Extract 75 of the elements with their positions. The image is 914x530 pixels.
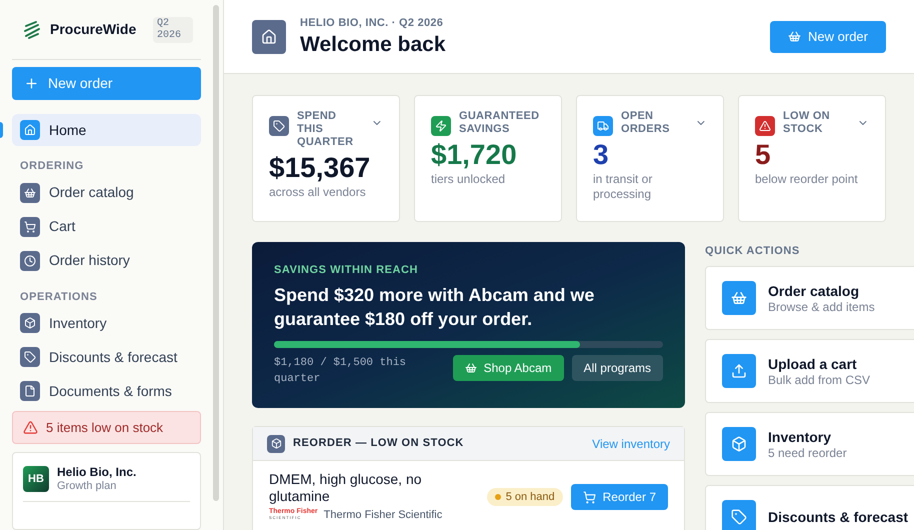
section-heading: ORDERING xyxy=(19,159,85,174)
quick-action-card[interactable]: Discounts & forecast xyxy=(705,484,914,530)
stat-value: $1,720 xyxy=(431,138,518,172)
cart-icon xyxy=(20,216,40,237)
truck-icon xyxy=(593,116,613,136)
quick-action-card[interactable]: Upload a cart Bulk add from CSV xyxy=(705,338,914,402)
action-title: Order catalog xyxy=(768,282,860,300)
cart-icon xyxy=(582,490,596,504)
warning-icon xyxy=(755,116,775,136)
home-icon xyxy=(252,20,286,54)
progress-text: $1,180 / $1,500 this quarter xyxy=(274,356,408,386)
active-indicator xyxy=(0,122,3,138)
basket-icon xyxy=(722,280,756,314)
vendor-name: Thermo Fisher Scientific xyxy=(324,508,442,523)
stat-label: GUARANTEED SAVINGS xyxy=(459,110,537,136)
stat-value: $15,367 xyxy=(269,151,372,185)
upload-icon xyxy=(722,354,756,388)
stat-caption: across all vendors xyxy=(269,185,367,200)
stat-caption: below reorder point xyxy=(755,172,859,187)
stat-label: OPEN ORDERS xyxy=(621,110,671,136)
basket-icon xyxy=(464,362,477,374)
scrollbar[interactable] xyxy=(213,5,219,501)
quick-action-card[interactable]: Inventory 5 need reorder xyxy=(705,412,914,476)
item-name: DMEM, high glucose, no glutamine xyxy=(269,471,423,505)
clock-icon xyxy=(20,250,40,271)
document-icon xyxy=(20,381,40,402)
section-heading: OPERATIONS xyxy=(19,290,98,305)
brand-name: ProcureWide xyxy=(50,20,136,40)
tag-icon xyxy=(269,116,289,136)
programs-button[interactable]: All programs xyxy=(572,354,663,380)
stat-caption: tiers unlocked xyxy=(431,172,506,187)
action-subtitle: Browse & add items xyxy=(768,300,875,314)
box-icon xyxy=(267,434,285,452)
stat-label: LOW ON STOCK xyxy=(783,110,831,136)
box-icon xyxy=(20,313,40,334)
banner-headline: Spend $320 more with Abcam and we guarantee $180 off your order. xyxy=(274,284,596,330)
nav-item[interactable]: Discounts & forecast xyxy=(12,341,201,374)
breadcrumb: HELIO BIO, INC. · Q2 2026 xyxy=(300,16,444,32)
tag-icon xyxy=(20,347,40,368)
org-name: Helio Bio, Inc. xyxy=(57,465,136,480)
action-subtitle: 5 need reorder xyxy=(768,446,847,460)
home-icon xyxy=(20,120,40,140)
action-title: Discounts & forecast xyxy=(768,508,908,526)
section-heading: QUICK ACTIONS xyxy=(705,244,801,259)
basket-icon xyxy=(20,182,40,203)
stat-value: 5 xyxy=(755,138,772,172)
quick-action-card[interactable]: Order catalog Browse & add items xyxy=(705,266,914,330)
stat-caption: in transit or processing xyxy=(593,172,654,202)
org-avatar: HB xyxy=(23,466,49,492)
stock-badge: 5 on hand xyxy=(486,488,563,506)
org-card[interactable]: HB Helio Bio, Inc. Growth plan xyxy=(12,452,201,530)
nav-item[interactable]: Home xyxy=(12,114,201,146)
page-title: Welcome back xyxy=(300,32,446,58)
org-plan: Growth plan xyxy=(57,480,118,494)
action-title: Upload a cart xyxy=(768,354,858,372)
nav-item[interactable]: Inventory xyxy=(12,307,201,340)
nav-item[interactable]: Order catalog xyxy=(12,176,201,209)
nav-item[interactable]: Order history xyxy=(12,244,201,277)
basket-icon xyxy=(788,30,802,43)
action-title: Inventory xyxy=(768,428,832,446)
panel-title: REORDER — LOW ON STOCK xyxy=(293,436,464,452)
stat-label: SPEND THIS QUARTER xyxy=(297,110,354,149)
nav-item[interactable]: Documents & forms xyxy=(12,375,201,408)
logo-icon xyxy=(22,20,42,40)
warning-icon xyxy=(23,420,38,436)
nav-item[interactable]: Cart xyxy=(12,210,201,243)
low-stock-alert[interactable]: 5 items low on stock xyxy=(12,411,201,444)
action-subtitle: Bulk add from CSV xyxy=(768,372,870,386)
box-icon xyxy=(722,426,756,460)
tag-icon xyxy=(722,500,756,530)
bolt-icon xyxy=(431,116,451,136)
banner-eyebrow: SAVINGS WITHIN REACH xyxy=(274,263,420,278)
period-badge: Q2 2026 xyxy=(153,16,193,43)
plus-icon xyxy=(24,76,39,92)
stat-value: 3 xyxy=(593,138,610,172)
